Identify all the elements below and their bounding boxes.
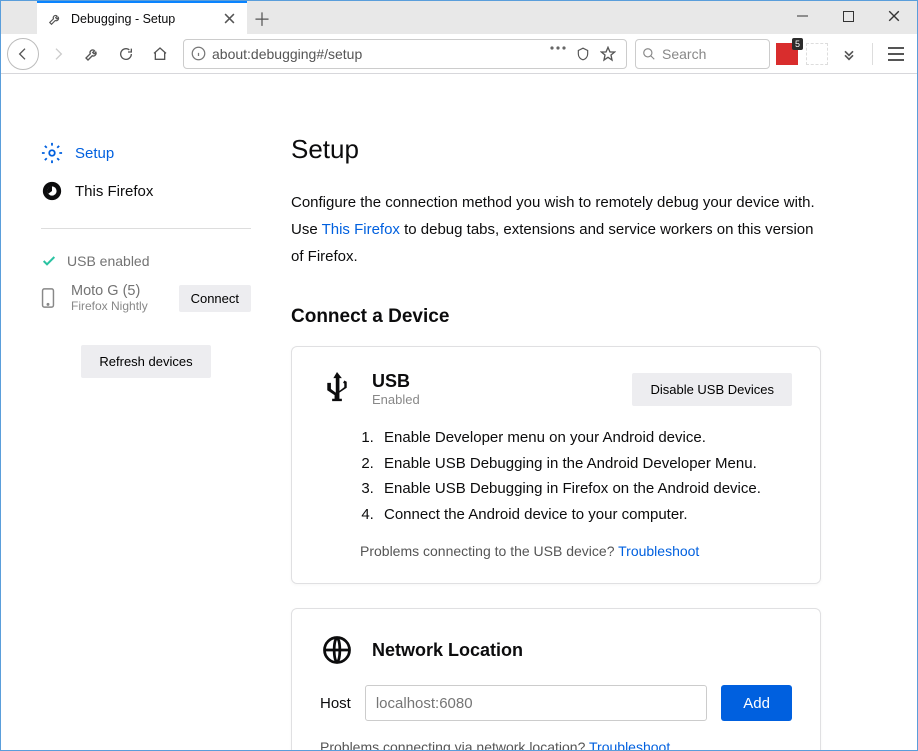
globe-icon [320, 633, 354, 667]
wrench-icon [47, 11, 63, 27]
usb-footnote: Problems connecting to the USB device? T… [360, 543, 792, 559]
firefox-icon [41, 180, 63, 202]
new-tab-button[interactable]: ＋ [247, 4, 277, 34]
close-tab-icon[interactable] [221, 11, 237, 27]
device-name: Moto G (5) [71, 283, 169, 299]
usb-step: Connect the Android device to your compu… [378, 502, 792, 528]
host-label: Host [320, 695, 351, 712]
search-bar[interactable]: Search [635, 39, 770, 69]
usb-icon [320, 372, 354, 406]
back-button[interactable] [7, 38, 39, 70]
host-input[interactable] [365, 685, 707, 721]
extension-badge: 5 [792, 38, 803, 50]
tracking-protection-icon[interactable] [576, 46, 590, 62]
gear-icon [41, 142, 63, 164]
search-placeholder: Search [662, 46, 706, 62]
hamburger-menu-button[interactable] [881, 39, 911, 69]
minimize-button[interactable] [779, 1, 825, 31]
devtools-button[interactable] [77, 39, 107, 69]
tab-title: Debugging - Setup [71, 12, 221, 26]
usb-status-label: Enabled [372, 392, 420, 407]
usb-troubleshoot-link[interactable]: Troubleshoot [618, 543, 699, 559]
device-subtitle: Firefox Nightly [71, 299, 169, 313]
add-button[interactable]: Add [721, 685, 792, 721]
sidebar-item-setup[interactable]: Setup [41, 134, 251, 172]
reload-button[interactable] [111, 39, 141, 69]
phone-icon [41, 288, 61, 308]
sidebar-divider [41, 228, 251, 229]
page-title: Setup [291, 134, 821, 165]
sidebar-setup-label: Setup [75, 145, 114, 162]
bookmark-star-icon[interactable] [600, 46, 616, 62]
usb-step: Enable USB Debugging in the Android Deve… [378, 451, 792, 477]
refresh-devices-button[interactable]: Refresh devices [81, 345, 210, 378]
usb-status-label: USB enabled [67, 253, 150, 269]
usb-step: Enable USB Debugging in Firefox on the A… [378, 476, 792, 502]
forward-button [43, 39, 73, 69]
sidebar: Setup This Firefox USB enabled [1, 134, 291, 750]
network-title: Network Location [372, 640, 523, 661]
disable-usb-button[interactable]: Disable USB Devices [632, 373, 792, 406]
address-bar[interactable]: about:debugging#/setup [183, 39, 627, 69]
url-text: about:debugging#/setup [212, 46, 546, 62]
network-card: Network Location Host Add Problems conne… [291, 608, 821, 750]
device-row: Moto G (5) Firefox Nightly Connect [41, 275, 251, 321]
usb-card: USB Enabled Disable USB Devices Enable D… [291, 346, 821, 584]
check-icon [41, 253, 57, 269]
usb-step: Enable Developer menu on your Android de… [378, 425, 792, 451]
sidebar-firefox-label: This Firefox [75, 183, 153, 200]
network-troubleshoot-link[interactable]: Troubleshoot [589, 739, 670, 750]
home-button[interactable] [145, 39, 175, 69]
connect-heading: Connect a Device [291, 306, 821, 328]
browser-tab[interactable]: Debugging - Setup [37, 1, 247, 34]
this-firefox-link[interactable]: This Firefox [322, 221, 400, 238]
close-window-button[interactable] [871, 1, 917, 31]
maximize-button[interactable] [825, 1, 871, 31]
scroll-area[interactable]: Setup This Firefox USB enabled [1, 74, 917, 750]
connect-button[interactable]: Connect [179, 285, 251, 312]
sidebar-item-this-firefox[interactable]: This Firefox [41, 172, 251, 210]
titlebar: Debugging - Setup ＋ [1, 1, 917, 34]
usb-status: USB enabled [41, 247, 251, 275]
navigation-toolbar: about:debugging#/setup Search 5 [1, 34, 917, 74]
intro-text: Configure the connection method you wish… [291, 189, 821, 270]
network-footnote: Problems connecting via network location… [320, 739, 792, 750]
extension-placeholder[interactable] [806, 43, 828, 65]
usb-title: USB [372, 371, 420, 392]
page-actions-icon[interactable] [550, 46, 566, 62]
main-content: Setup Configure the connection method yo… [291, 134, 871, 750]
usb-steps: Enable Developer menu on your Android de… [378, 425, 792, 527]
extension-button[interactable]: 5 [776, 43, 798, 65]
overflow-menu-button[interactable] [834, 39, 864, 69]
page-info-icon[interactable] [188, 46, 208, 61]
